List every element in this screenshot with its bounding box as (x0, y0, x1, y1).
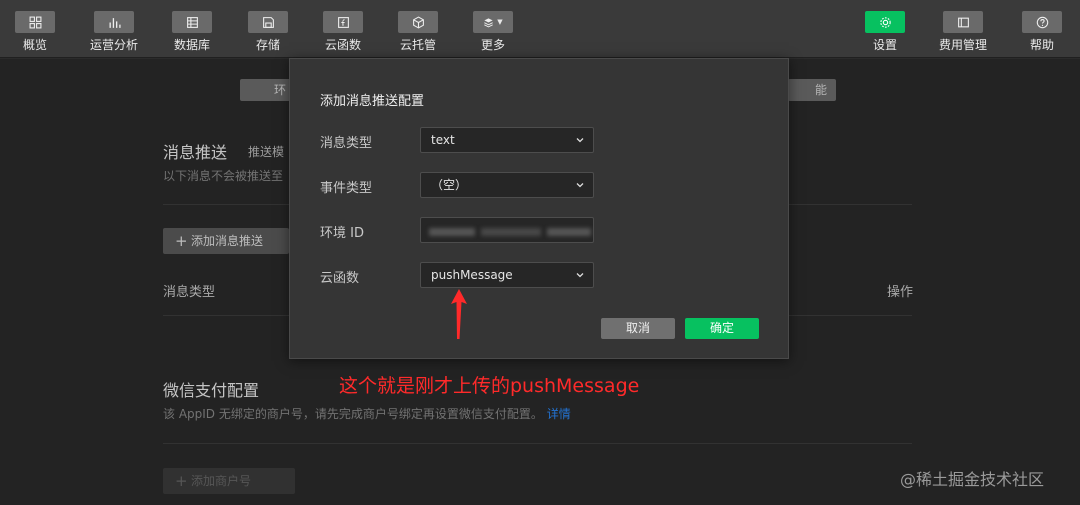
toolbar-label: 云函数 (324, 38, 361, 52)
msg-type-select[interactable]: text (420, 127, 594, 153)
cancel-button[interactable]: 取消 (601, 318, 675, 339)
add-push-config-dialog: 添加消息推送配置 消息类型 text 事件类型 （空） 环境 ID 云函数 pu… (289, 58, 789, 359)
chevron-down-icon (576, 183, 584, 188)
confirm-button[interactable]: 确定 (685, 318, 759, 339)
database-icon (172, 11, 212, 33)
toolbar-label: 运营分析 (89, 38, 138, 52)
toolbar-label: 费用管理 (938, 38, 987, 52)
event-type-select[interactable]: （空） (420, 172, 594, 198)
toolbar-item-more[interactable]: ▼ 更多 (461, 11, 525, 53)
toolbar-item-cloud-function[interactable]: 云函数 (311, 11, 375, 53)
billing-icon (943, 11, 983, 33)
toolbar-item-overview[interactable]: 概览 (3, 11, 67, 53)
bar-chart-icon (94, 11, 134, 33)
layers-dropdown-icon: ▼ (473, 11, 513, 33)
toolbar-item-database[interactable]: 数据库 (160, 11, 224, 53)
toolbar-label: 更多 (480, 38, 505, 52)
cube-icon (398, 11, 438, 33)
floppy-icon (248, 11, 288, 33)
redacted-blur (429, 228, 475, 236)
toolbar-item-storage[interactable]: 存储 (236, 11, 300, 53)
dialog-title: 添加消息推送配置 (320, 94, 425, 109)
cloud-fn-label: 云函数 (320, 271, 360, 286)
annotation-arrow-icon (451, 289, 467, 339)
toolbar-label: 存储 (255, 38, 280, 52)
env-id-field[interactable] (420, 217, 594, 243)
toolbar-item-billing[interactable]: 费用管理 (931, 11, 995, 53)
redacted-blur (547, 228, 591, 236)
toolbar-label: 帮助 (1029, 38, 1054, 52)
toolbar-item-analytics[interactable]: 运营分析 (82, 11, 146, 53)
toolbar-item-settings[interactable]: 设置 (853, 11, 917, 53)
grid-icon (15, 11, 55, 33)
chevron-down-icon (576, 138, 584, 143)
toolbar-label: 概览 (22, 38, 47, 52)
gear-icon (865, 11, 905, 33)
cloud-fn-select[interactable]: pushMessage (420, 262, 594, 288)
chevron-down-icon (576, 273, 584, 278)
toolbar-label: 设置 (872, 38, 897, 52)
cloud-fn-value: pushMessage (431, 268, 513, 282)
watermark: @稀土掘金技术社区 (900, 470, 1045, 489)
msg-type-value: text (431, 133, 455, 147)
caret-down-icon: ▼ (497, 18, 503, 26)
toolbar-label: 数据库 (173, 38, 210, 52)
event-type-label: 事件类型 (320, 181, 373, 196)
toolbar-item-help[interactable]: 帮助 (1010, 11, 1074, 53)
annotation-text: 这个就是刚才上传的pushMessage (339, 375, 640, 397)
function-icon (323, 11, 363, 33)
msg-type-label: 消息类型 (320, 136, 373, 151)
help-icon (1022, 11, 1062, 33)
toolbar-label: 云托管 (399, 38, 436, 52)
event-type-value: （空） (431, 178, 468, 192)
redacted-blur (481, 228, 541, 236)
top-toolbar: 概览 运营分析 数据库 存储 云函数 云托管 ▼ 更多 设置 费用管理 帮助 (0, 0, 1080, 58)
env-id-label: 环境 ID (320, 226, 364, 241)
toolbar-item-cloud-hosting[interactable]: 云托管 (386, 11, 450, 53)
